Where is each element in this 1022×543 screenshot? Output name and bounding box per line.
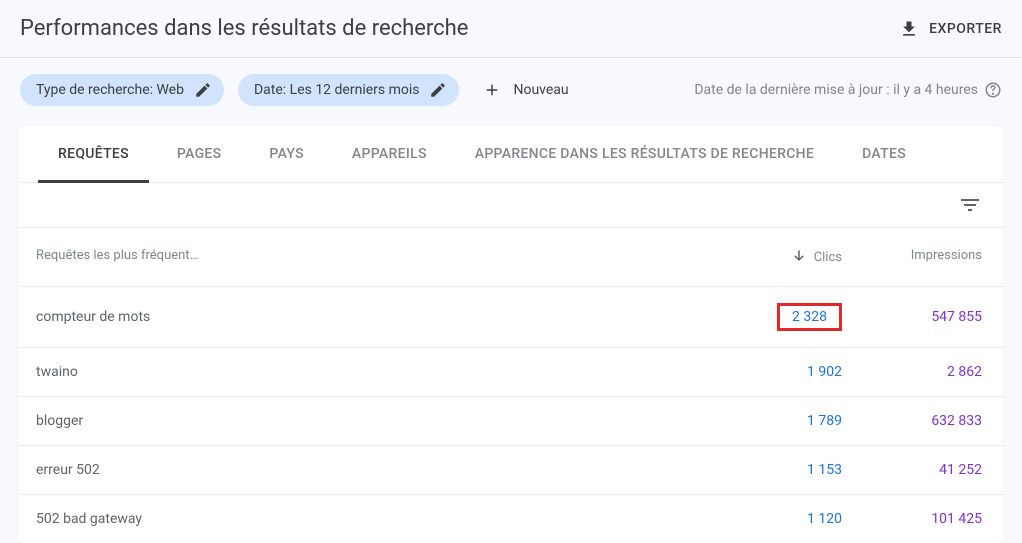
row-impressions: 41 252 — [842, 462, 982, 478]
header-query[interactable]: Requêtes les plus fréquent… — [36, 248, 682, 266]
filter-chip-search-type[interactable]: Type de recherche: Web — [20, 74, 224, 106]
filter-icon[interactable] — [958, 193, 982, 217]
add-filter-label: Nouveau — [513, 82, 568, 98]
row-query: 502 bad gateway — [36, 511, 682, 527]
chip-label: Type de recherche: Web — [36, 82, 184, 98]
page-header: Performances dans les résultats de reche… — [0, 0, 1022, 57]
tab-requetes[interactable]: REQUÊTES — [58, 126, 129, 182]
data-card: REQUÊTES PAGES PAYS APPAREILS APPARENCE … — [18, 126, 1004, 543]
row-clicks: 1 153 — [682, 462, 842, 478]
pencil-icon — [429, 81, 447, 99]
filters-row: Type de recherche: Web Date: Les 12 dern… — [0, 74, 1022, 126]
row-impressions: 2 862 — [842, 364, 982, 380]
highlight-box: 2 328 — [777, 303, 842, 331]
download-icon — [899, 19, 919, 39]
last-update-text: Date de la dernière mise à jour : il y a… — [694, 81, 1002, 99]
row-query: erreur 502 — [36, 462, 682, 478]
row-query: compteur de mots — [36, 309, 682, 325]
arrow-down-icon — [790, 248, 808, 266]
tab-appareils[interactable]: APPAREILS — [352, 126, 427, 182]
last-update-label: Date de la dernière mise à jour : il y a… — [694, 82, 978, 98]
pencil-icon — [194, 81, 212, 99]
plus-icon — [483, 81, 501, 99]
row-clicks: 1 120 — [682, 511, 842, 527]
divider — [0, 57, 1022, 58]
header-clicks-label: Clics — [814, 250, 842, 265]
tabs-bar: REQUÊTES PAGES PAYS APPAREILS APPARENCE … — [18, 126, 1004, 183]
tab-pages[interactable]: PAGES — [177, 126, 222, 182]
header-impressions[interactable]: Impressions — [842, 248, 982, 266]
row-impressions: 101 425 — [842, 511, 982, 527]
chip-label: Date: Les 12 derniers mois — [254, 82, 420, 98]
header-clicks[interactable]: Clics — [682, 248, 842, 266]
table-body: compteur de mots 2 328547 855 twaino1 9022… — [18, 287, 1004, 543]
row-clicks: 1 902 — [682, 364, 842, 380]
add-filter-button[interactable]: Nouveau — [483, 81, 568, 99]
table-row[interactable]: twaino1 9022 862 — [18, 348, 1004, 397]
row-clicks: 1 789 — [682, 413, 842, 429]
table-filter-row — [18, 183, 1004, 228]
row-clicks: 2 328 — [682, 303, 842, 331]
tab-apparence[interactable]: APPARENCE DANS LES RÉSULTATS DE RECHERCH… — [475, 126, 814, 182]
table-row[interactable]: compteur de mots 2 328547 855 — [18, 287, 1004, 348]
table-row[interactable]: erreur 5021 15341 252 — [18, 446, 1004, 495]
row-query: blogger — [36, 413, 682, 429]
export-label: EXPORTER — [929, 21, 1002, 37]
filters-left: Type de recherche: Web Date: Les 12 dern… — [20, 74, 569, 106]
table-header: Requêtes les plus fréquent… Clics Impres… — [18, 228, 1004, 287]
help-icon[interactable] — [984, 81, 1002, 99]
page-title: Performances dans les résultats de reche… — [20, 16, 468, 41]
export-button[interactable]: EXPORTER — [899, 19, 1002, 39]
tab-dates[interactable]: DATES — [862, 126, 906, 182]
table-row[interactable]: 502 bad gateway1 120101 425 — [18, 495, 1004, 543]
row-impressions: 547 855 — [842, 309, 982, 325]
tab-pays[interactable]: PAYS — [269, 126, 304, 182]
table-row[interactable]: blogger1 789632 833 — [18, 397, 1004, 446]
row-impressions: 632 833 — [842, 413, 982, 429]
row-query: twaino — [36, 364, 682, 380]
filter-chip-date[interactable]: Date: Les 12 derniers mois — [238, 74, 460, 106]
